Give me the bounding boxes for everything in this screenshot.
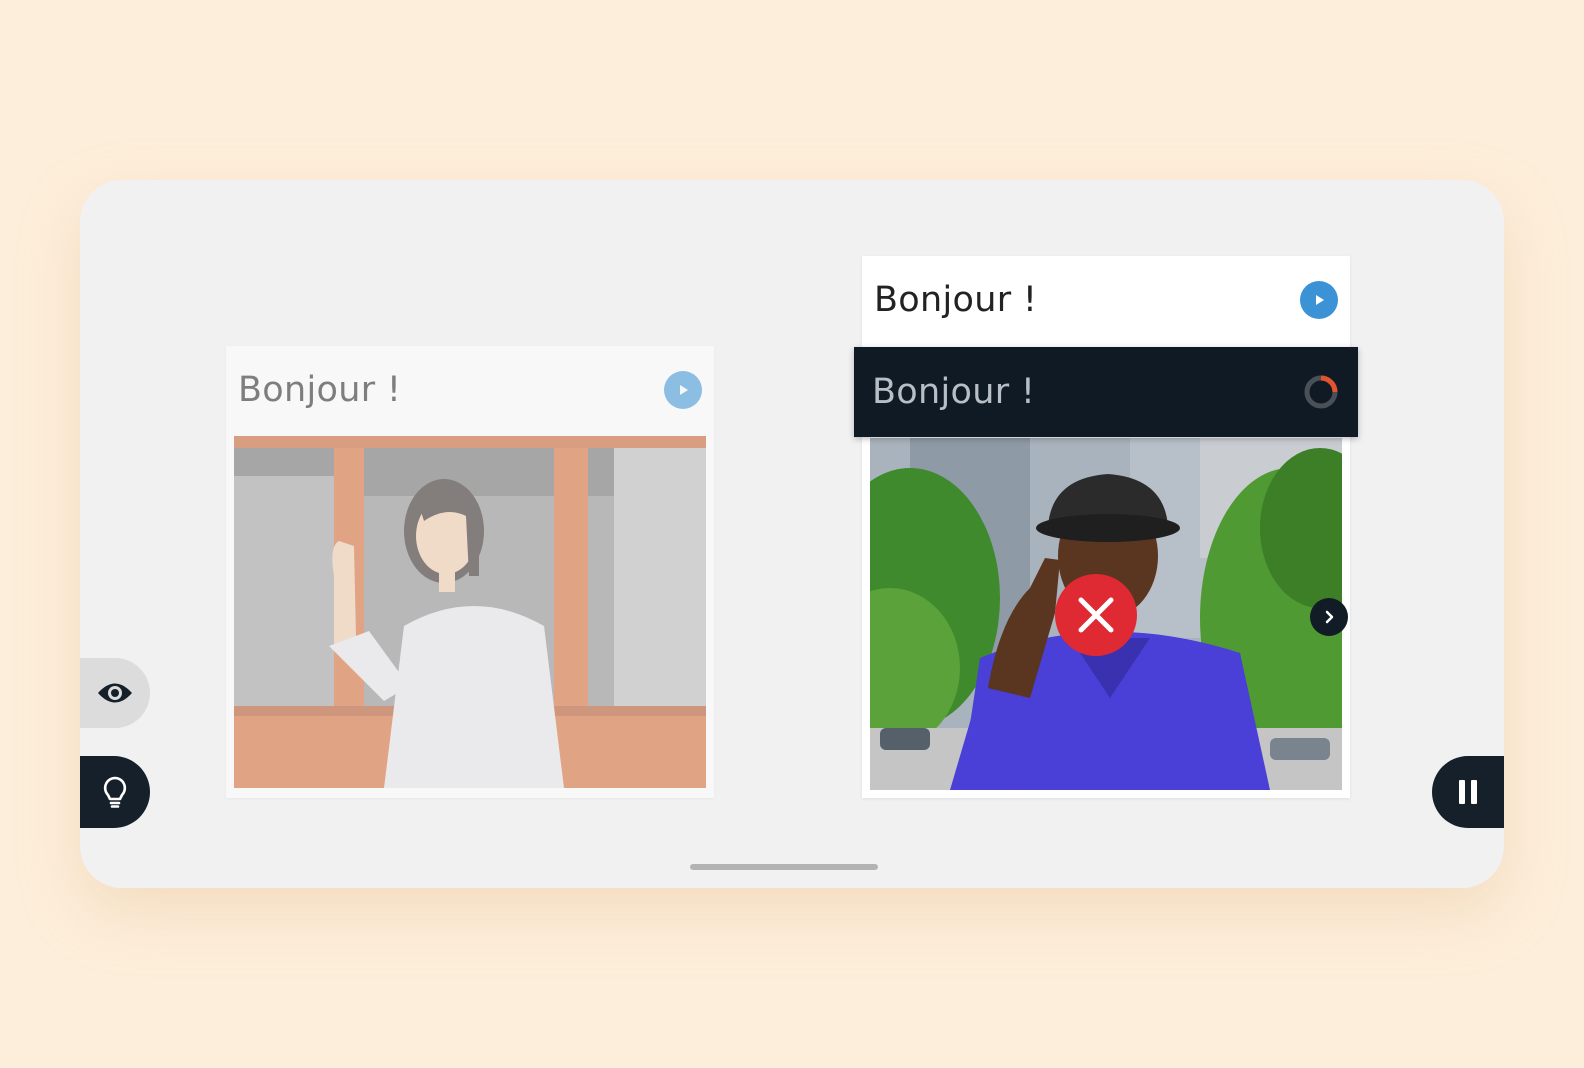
card-caption-row: Bonjour !	[862, 256, 1350, 344]
eye-icon	[98, 683, 132, 703]
card-caption: Bonjour !	[238, 370, 402, 410]
home-indicator[interactable]	[690, 864, 878, 870]
play-audio-button[interactable]	[664, 371, 702, 409]
pause-icon	[1459, 780, 1477, 804]
draggable-caption-text: Bonjour !	[872, 372, 1036, 412]
play-audio-button[interactable]	[1300, 281, 1338, 319]
lightbulb-icon	[103, 776, 127, 808]
play-icon	[680, 385, 688, 395]
next-image-button[interactable]	[1310, 598, 1348, 636]
chevron-right-icon	[1325, 610, 1334, 624]
app-screen: Bonjour ! Bonjour ! Bonjour !	[80, 180, 1504, 888]
draggable-caption-bar[interactable]: Bonjour !	[854, 347, 1358, 437]
photo-woman-waving	[234, 436, 706, 788]
play-icon	[1316, 295, 1324, 305]
phrase-card-right[interactable]: Bonjour !	[862, 256, 1350, 798]
phrase-card-left[interactable]: Bonjour !	[226, 346, 714, 798]
loading-spinner-icon	[1304, 375, 1338, 409]
incorrect-x-icon	[1055, 574, 1137, 656]
card-caption: Bonjour !	[874, 280, 1038, 320]
reveal-button[interactable]	[80, 658, 150, 728]
card-caption-row: Bonjour !	[226, 346, 714, 434]
pause-button[interactable]	[1432, 756, 1504, 828]
hint-button[interactable]	[80, 756, 150, 828]
